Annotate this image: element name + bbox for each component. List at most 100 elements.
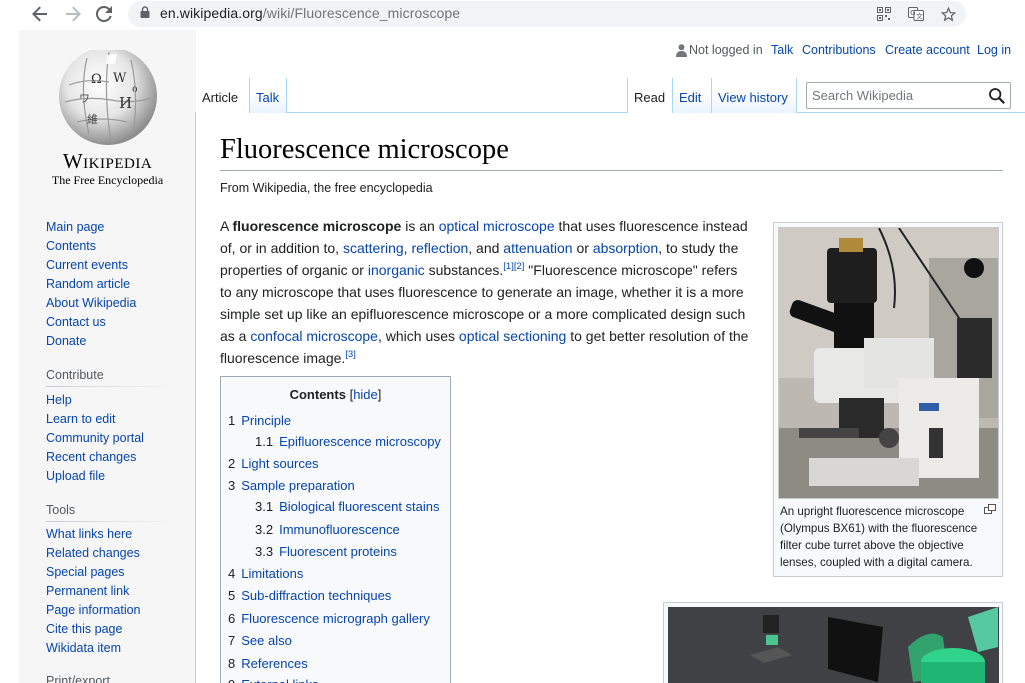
reload-button[interactable] [91, 2, 117, 26]
qr-code-icon[interactable] [875, 5, 893, 23]
link-absorption[interactable]: absorption [593, 240, 658, 256]
contributions-link[interactable]: Contributions [802, 43, 876, 57]
toc-item-number: 1 [228, 413, 236, 428]
intro-text: substances. [424, 262, 504, 278]
toc-item-number: 2 [228, 456, 236, 471]
sidebar-item-related-changes[interactable]: Related changes [46, 546, 140, 560]
login-link[interactable]: Log in [977, 43, 1011, 57]
svg-text:G: G [910, 9, 915, 17]
toc-header: Contents [hide] [221, 387, 450, 402]
link-inorganic[interactable]: inorganic [368, 262, 425, 278]
toc-item-number: 5 [228, 588, 236, 603]
sidebar-item-recent-changes[interactable]: Recent changes [46, 450, 136, 464]
sidebar-item-wikidata-item[interactable]: Wikidata item [46, 641, 121, 655]
microscope-photo[interactable] [778, 227, 999, 499]
sidebar-item-upload-file[interactable]: Upload file [46, 469, 105, 483]
sidebar-item-page-information[interactable]: Page information [46, 603, 141, 617]
sidebar-item-help[interactable]: Help [46, 393, 72, 407]
sidebar-item-random-article[interactable]: Random article [46, 277, 130, 291]
sidebar-item-current-events[interactable]: Current events [46, 258, 128, 272]
create-account-link[interactable]: Create account [885, 43, 970, 57]
sidebar-item-community-portal[interactable]: Community portal [46, 431, 144, 445]
bookmark-star-icon[interactable] [939, 5, 957, 23]
toc-item[interactable]: 2 Light sources [228, 456, 319, 471]
browser-toolbar: en.wikipedia.org/wiki/Fluorescence_micro… [0, 0, 1025, 30]
reference-link-2[interactable]: [2] [514, 261, 525, 272]
sidebar-item-contents[interactable]: Contents [46, 239, 96, 253]
toc-item-number: 4 [228, 566, 236, 581]
svg-text:Ω: Ω [91, 72, 102, 87]
toc-hide-toggle[interactable]: hide [353, 387, 378, 402]
sidebar-heading-print-export[interactable]: Print/export [46, 674, 110, 683]
search-input[interactable] [812, 88, 982, 103]
translate-icon[interactable]: G文 [907, 5, 925, 23]
toc-item-label: Limitations [241, 566, 304, 581]
toc-item[interactable]: 6 Fluorescence micrograph gallery [228, 611, 430, 626]
toc-item[interactable]: 1.1 Epifluorescence microscopy [255, 434, 441, 449]
address-bar[interactable]: en.wikipedia.org/wiki/Fluorescence_micro… [128, 1, 966, 27]
link-reflection[interactable]: reflection [411, 240, 468, 256]
search-box [806, 82, 1011, 109]
intro-text: , and [468, 240, 504, 256]
toc-item-label: Sub-diffraction techniques [241, 588, 392, 603]
sidebar-item-learn-to-edit[interactable]: Learn to edit [46, 412, 116, 426]
tab-article[interactable]: Article [196, 78, 249, 113]
toc-item-label: Principle [241, 413, 292, 428]
sidebar-heading-tools: Tools [46, 503, 76, 517]
link-confocal-microscope[interactable]: confocal microscope [250, 328, 378, 344]
toc-item[interactable]: 3 Sample preparation [228, 478, 355, 493]
link-scattering[interactable]: scattering [343, 240, 404, 256]
wikipedia-wordmark[interactable]: Wikipedia [19, 149, 196, 174]
link-optical-microscope[interactable]: optical microscope [439, 218, 555, 234]
reference-link-3[interactable]: [3] [345, 349, 356, 360]
site-tagline: The Free Encyclopedia [51, 173, 164, 187]
back-button[interactable] [27, 2, 53, 26]
toc-item[interactable]: 3.2 Immunofluorescence [255, 522, 400, 537]
sidebar-item-permanent-link[interactable]: Permanent link [46, 584, 129, 598]
tab-edit[interactable]: Edit [672, 78, 711, 113]
sidebar-item-special-pages[interactable]: Special pages [46, 565, 125, 579]
page-title: Fluorescence microscope [220, 134, 509, 165]
sidebar-item-main-page[interactable]: Main page [46, 220, 104, 234]
reference-link-1[interactable]: [1] [503, 261, 514, 272]
link-attenuation[interactable]: attenuation [503, 240, 572, 256]
sidebar-item-contact[interactable]: Contact us [46, 315, 106, 329]
toc-item[interactable]: 9 External links [228, 677, 319, 683]
toc-item-number: 3.3 [255, 544, 274, 559]
table-of-contents: Contents [hide] 1 Principle 1.1 Epifluoresc… [220, 376, 451, 683]
toc-item[interactable]: 8 References [228, 656, 308, 671]
search-icon[interactable] [988, 87, 1006, 105]
intro-text: that uses [554, 218, 620, 234]
sidebar-item-donate[interactable]: Donate [46, 334, 86, 348]
talk-link[interactable]: Talk [771, 43, 793, 57]
diagram-image[interactable] [668, 607, 999, 683]
toc-bracket: ] [377, 387, 382, 402]
link-optical-sectioning[interactable]: optical sectioning [459, 328, 566, 344]
svg-text:И: И [119, 94, 132, 112]
url-path: /wiki/Fluorescence_microscope [262, 5, 461, 21]
toc-item-label: See also [241, 633, 292, 648]
link-fluorescence[interactable]: fluorescence [619, 218, 698, 234]
toc-item-number: 6 [228, 611, 236, 626]
toc-item[interactable]: 4 Limitations [228, 566, 303, 581]
toc-item-number: 3.2 [255, 522, 274, 537]
forward-button[interactable] [60, 2, 86, 26]
toc-item-label: Immunofluorescence [279, 522, 400, 537]
toc-item[interactable]: 3.1 Biological fluorescent stains [255, 499, 440, 514]
toc-item[interactable]: 1 Principle [228, 413, 291, 428]
tab-read[interactable]: Read [627, 78, 672, 113]
toc-item[interactable]: 7 See also [228, 633, 292, 648]
toc-item-label: References [241, 656, 308, 671]
toc-item-label: Fluorescent proteins [279, 544, 397, 559]
toc-item[interactable]: 3.3 Fluorescent proteins [255, 544, 397, 559]
reload-icon [96, 6, 112, 22]
sidebar-item-cite-this-page[interactable]: Cite this page [46, 622, 122, 636]
toc-item[interactable]: 5 Sub-diffraction techniques [228, 588, 391, 603]
sidebar-item-what-links-here[interactable]: What links here [46, 527, 132, 541]
tab-talk[interactable]: Talk [249, 78, 287, 113]
tab-view-history[interactable]: View history [711, 78, 797, 113]
sidebar-heading-contribute: Contribute [46, 368, 104, 382]
title-divider [220, 170, 1003, 171]
sidebar-item-about[interactable]: About Wikipedia [46, 296, 136, 310]
intro-text: A [220, 218, 233, 234]
